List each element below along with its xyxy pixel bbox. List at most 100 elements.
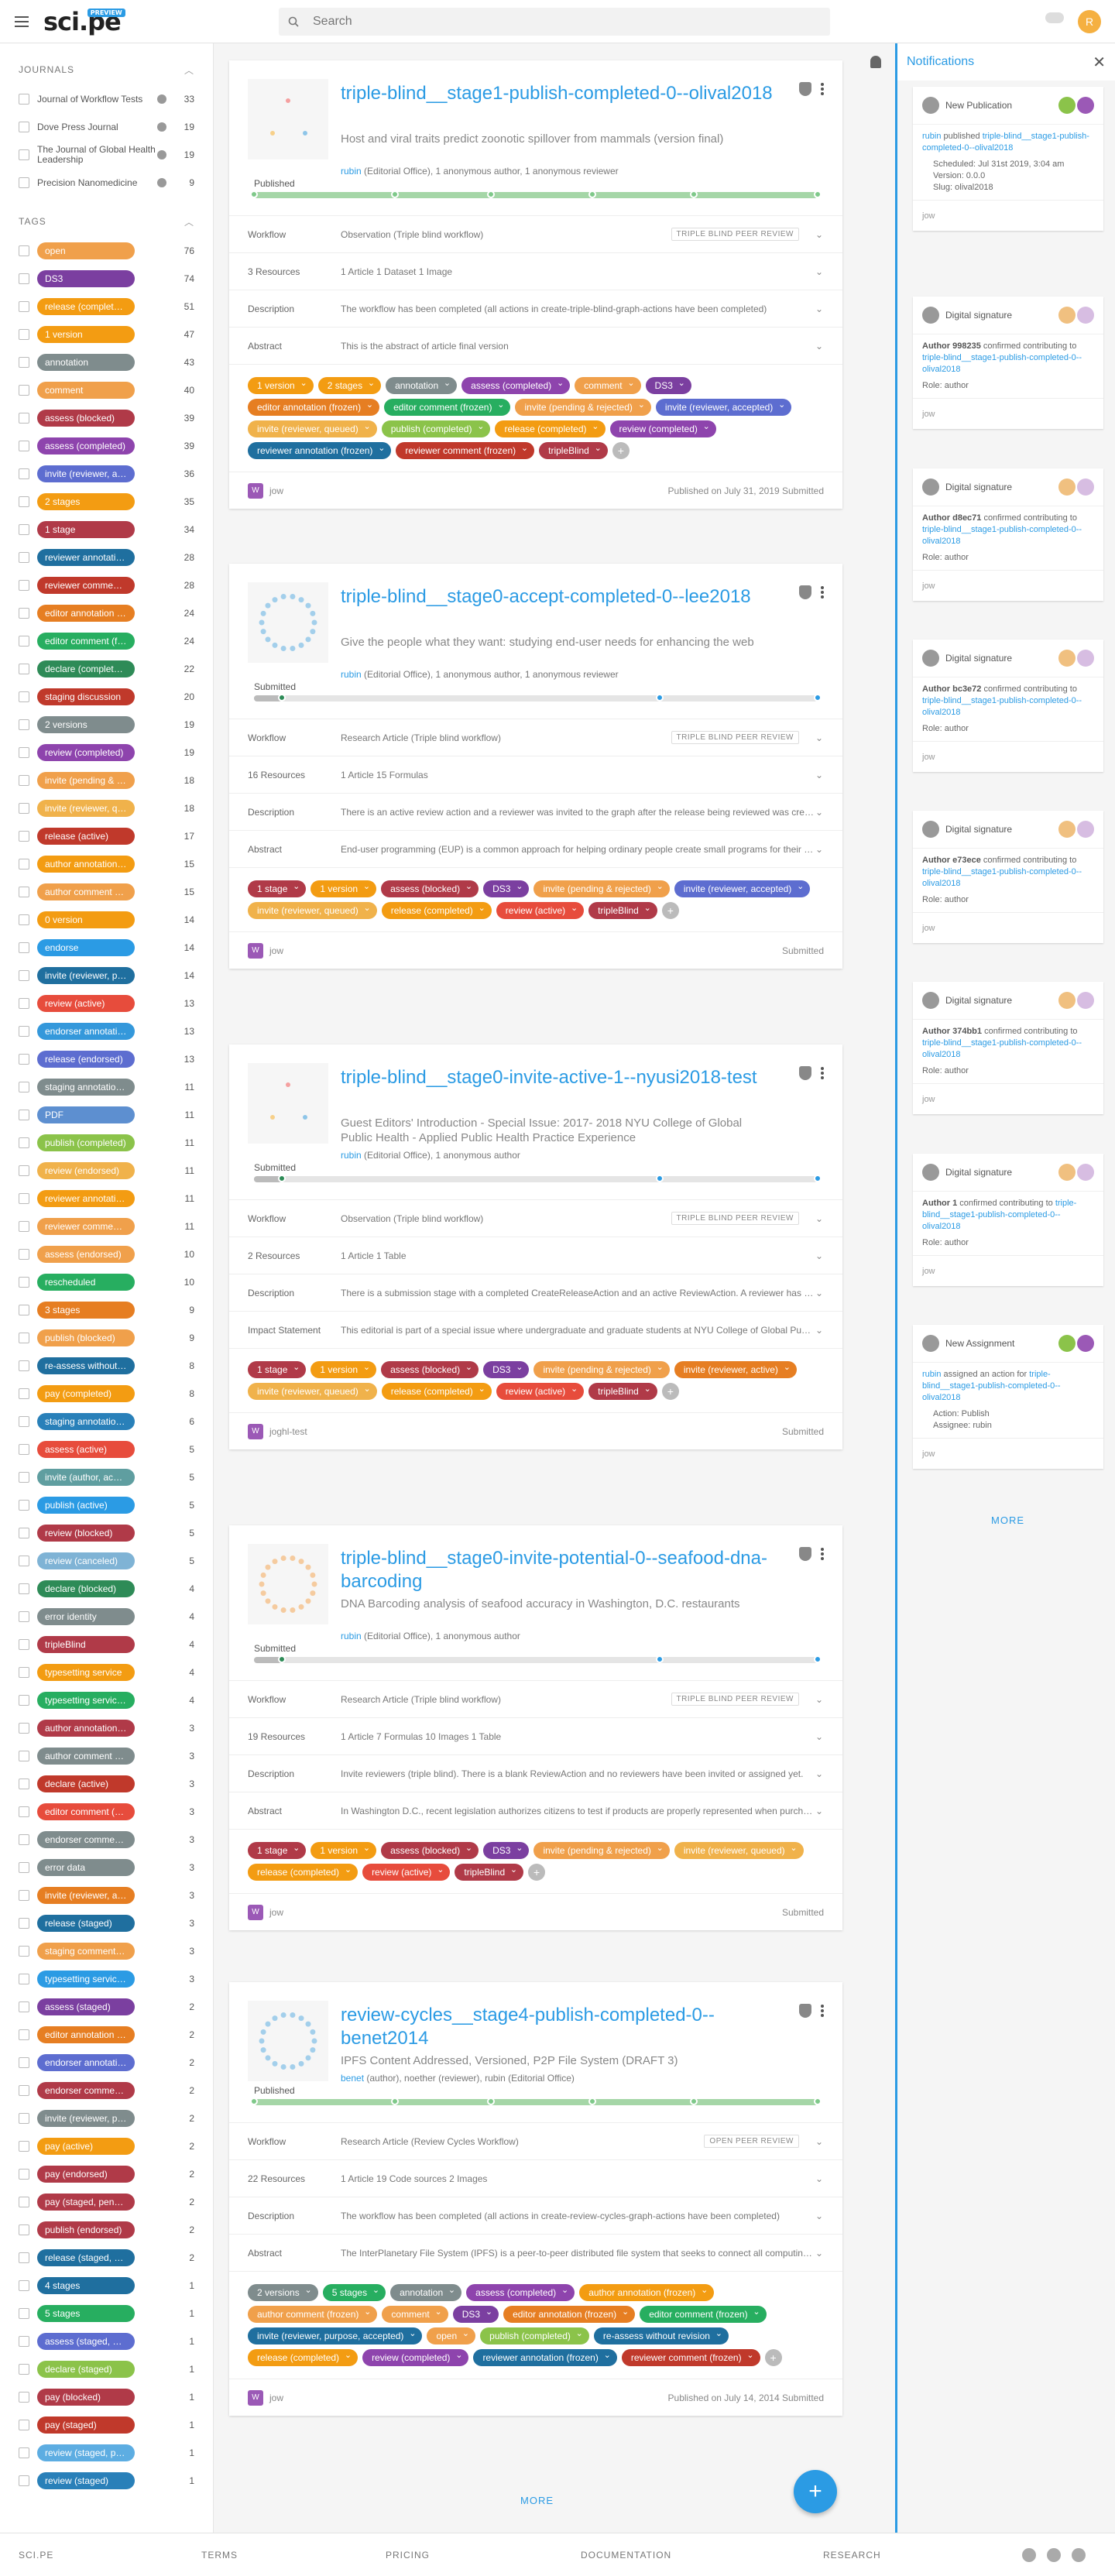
- tag-pill[interactable]: 2 stages: [317, 375, 382, 394]
- user-avatar[interactable]: [1058, 650, 1076, 667]
- tag-item[interactable]: review (completed) 19: [0, 739, 213, 767]
- workflow-row[interactable]: Workflow Research Article (Review Cycles …: [229, 2122, 842, 2159]
- contributor-link[interactable]: rubin: [341, 669, 362, 680]
- tag-item[interactable]: reviewer comment (... 11: [0, 1213, 213, 1240]
- tag-item[interactable]: assess (staged) 2: [0, 1993, 213, 2021]
- tag-pill[interactable]: reviewer annotation...: [37, 549, 135, 566]
- tag-item[interactable]: 4 stages 1: [0, 2272, 213, 2300]
- tag-pill[interactable]: assess (completed): [461, 375, 571, 394]
- tag-item[interactable]: declare (staged) 1: [0, 2355, 213, 2383]
- tag-pill[interactable]: pay (staged, pendin...: [37, 2194, 135, 2211]
- document-link[interactable]: triple-blind__stage1-publish-completed-0…: [922, 696, 1082, 717]
- tag-pill[interactable]: 5 stages: [37, 2305, 135, 2322]
- chevron-down-icon[interactable]: ⌄: [815, 2248, 824, 2259]
- tag-pill[interactable]: release (staged): [37, 1915, 135, 1932]
- tag-item[interactable]: review (staged) 1: [0, 2467, 213, 2495]
- tag-pill[interactable]: re-assess without revision: [593, 2325, 729, 2344]
- close-icon[interactable]: ✕: [1093, 53, 1106, 72]
- tag-item[interactable]: 3 stages 9: [0, 1296, 213, 1324]
- tag-item[interactable]: endorser annotatio... 2: [0, 2049, 213, 2077]
- contributor-link[interactable]: benet: [341, 2073, 364, 2084]
- workflow-progress[interactable]: [250, 190, 822, 198]
- tag-pill[interactable]: 2 versions: [248, 2282, 318, 2301]
- checkbox[interactable]: [19, 636, 29, 647]
- checkbox[interactable]: [19, 1305, 29, 1315]
- description-row[interactable]: Description There is an active review act…: [229, 793, 842, 830]
- tag-pill[interactable]: reviewer annotation (frozen): [248, 440, 392, 459]
- tag-pill[interactable]: editor annotation (frozen): [248, 396, 380, 416]
- checkbox[interactable]: [19, 1221, 29, 1232]
- user-avatar[interactable]: [1077, 478, 1094, 496]
- checkbox[interactable]: [19, 831, 29, 842]
- chevron-down-icon[interactable]: ⌄: [815, 1288, 824, 1298]
- checkbox[interactable]: [19, 1500, 29, 1511]
- checkbox[interactable]: [19, 2224, 29, 2235]
- add-tag-button[interactable]: +: [612, 442, 630, 459]
- tag-pill[interactable]: 2 stages: [37, 493, 135, 510]
- tag-item[interactable]: reviewer annotation... 11: [0, 1185, 213, 1213]
- resources-row[interactable]: 2 Resources 1 Article 1 Table ⌄: [229, 1237, 842, 1274]
- stage-dot[interactable]: [814, 1655, 822, 1663]
- tag-pill[interactable]: review (active): [496, 900, 585, 919]
- workflow-row[interactable]: Workflow Observation (Triple blind workfl…: [229, 215, 842, 252]
- checkbox[interactable]: [19, 691, 29, 702]
- user-avatar[interactable]: [1077, 650, 1094, 667]
- user-avatar[interactable]: [1058, 478, 1076, 496]
- tag-pill[interactable]: 2 versions: [37, 716, 135, 733]
- tag-pill[interactable]: release (staged, pen...: [37, 2249, 135, 2266]
- tag-pill[interactable]: tripleBlind: [539, 440, 608, 459]
- actor-link[interactable]: rubin: [922, 132, 941, 141]
- footer-pricing-link[interactable]: PRICING: [386, 2550, 430, 2561]
- chevron-down-icon[interactable]: ⌄: [815, 770, 824, 780]
- tag-pill[interactable]: DS3: [645, 375, 691, 394]
- tag-pill[interactable]: staging annotation ...: [37, 1413, 135, 1430]
- tag-item[interactable]: typesetting service 4: [0, 1658, 213, 1686]
- tag-pill[interactable]: staging comment (f...: [37, 1943, 135, 1960]
- tag-pill[interactable]: release (active): [37, 828, 135, 845]
- owner-avatar[interactable]: W: [248, 1904, 263, 1920]
- journal-item[interactable]: Precision Nanomedicine 9: [0, 169, 213, 197]
- tag-pill[interactable]: endorser annotatio...: [37, 1023, 135, 1040]
- tag-pill[interactable]: reviewer annotation...: [37, 1190, 135, 1207]
- tag-pill[interactable]: endorser comment ...: [37, 2082, 135, 2099]
- resources-row[interactable]: 22 Resources 1 Article 19 Code sources 2 …: [229, 2159, 842, 2197]
- tag-pill[interactable]: 1 version: [37, 326, 135, 343]
- tag-pill[interactable]: reviewer comment (...: [37, 577, 135, 594]
- tag-item[interactable]: endorser annotatio... 13: [0, 1017, 213, 1045]
- tag-item[interactable]: re-assess without re... 8: [0, 1352, 213, 1380]
- checkbox[interactable]: [19, 1611, 29, 1622]
- description-row[interactable]: Description The workflow has been complet…: [229, 290, 842, 327]
- tag-item[interactable]: author comment (fr... 15: [0, 878, 213, 906]
- tag-pill[interactable]: author annotation (...: [37, 1720, 135, 1737]
- tag-pill[interactable]: 0 version: [37, 911, 135, 928]
- checkbox[interactable]: [19, 2364, 29, 2375]
- search-input[interactable]: [313, 15, 777, 29]
- checkbox[interactable]: [19, 2057, 29, 2068]
- tag-pill[interactable]: publish (completed): [381, 418, 491, 437]
- tag-pill[interactable]: endorser comment ...: [37, 1831, 135, 1848]
- checkbox[interactable]: [19, 385, 29, 396]
- tags-section-header[interactable]: TAGS ︿: [0, 206, 213, 237]
- tag-pill[interactable]: 1 version: [310, 878, 377, 897]
- checkbox[interactable]: [19, 552, 29, 563]
- tag-item[interactable]: declare (blocked) 4: [0, 1575, 213, 1603]
- document-thumbnail[interactable]: [248, 1544, 328, 1624]
- journal-item[interactable]: Dove Press Journal 19: [0, 113, 213, 141]
- journal-info-icon[interactable]: [157, 94, 166, 104]
- tag-item[interactable]: staging annotation ... 6: [0, 1408, 213, 1435]
- search-bar[interactable]: [279, 8, 830, 36]
- tag-item[interactable]: DS3 74: [0, 265, 213, 293]
- journal-info-icon[interactable]: [157, 150, 166, 159]
- user-avatar[interactable]: [1077, 1164, 1094, 1181]
- checkbox[interactable]: [19, 1806, 29, 1817]
- owner-name[interactable]: jow: [269, 1907, 283, 1918]
- checkbox[interactable]: [19, 1834, 29, 1845]
- description-row[interactable]: Description The workflow has been complet…: [229, 2197, 842, 2234]
- abstract-row[interactable]: Abstract This is the abstract of article …: [229, 327, 842, 364]
- checkbox[interactable]: [19, 1193, 29, 1204]
- document-title[interactable]: review-cycles__stage4-publish-completed-…: [341, 2004, 774, 2050]
- tag-pill[interactable]: DS3: [37, 270, 135, 287]
- tag-pill[interactable]: review (completed): [362, 2347, 469, 2366]
- checkbox[interactable]: [19, 2029, 29, 2040]
- tag-pill[interactable]: open: [37, 242, 135, 259]
